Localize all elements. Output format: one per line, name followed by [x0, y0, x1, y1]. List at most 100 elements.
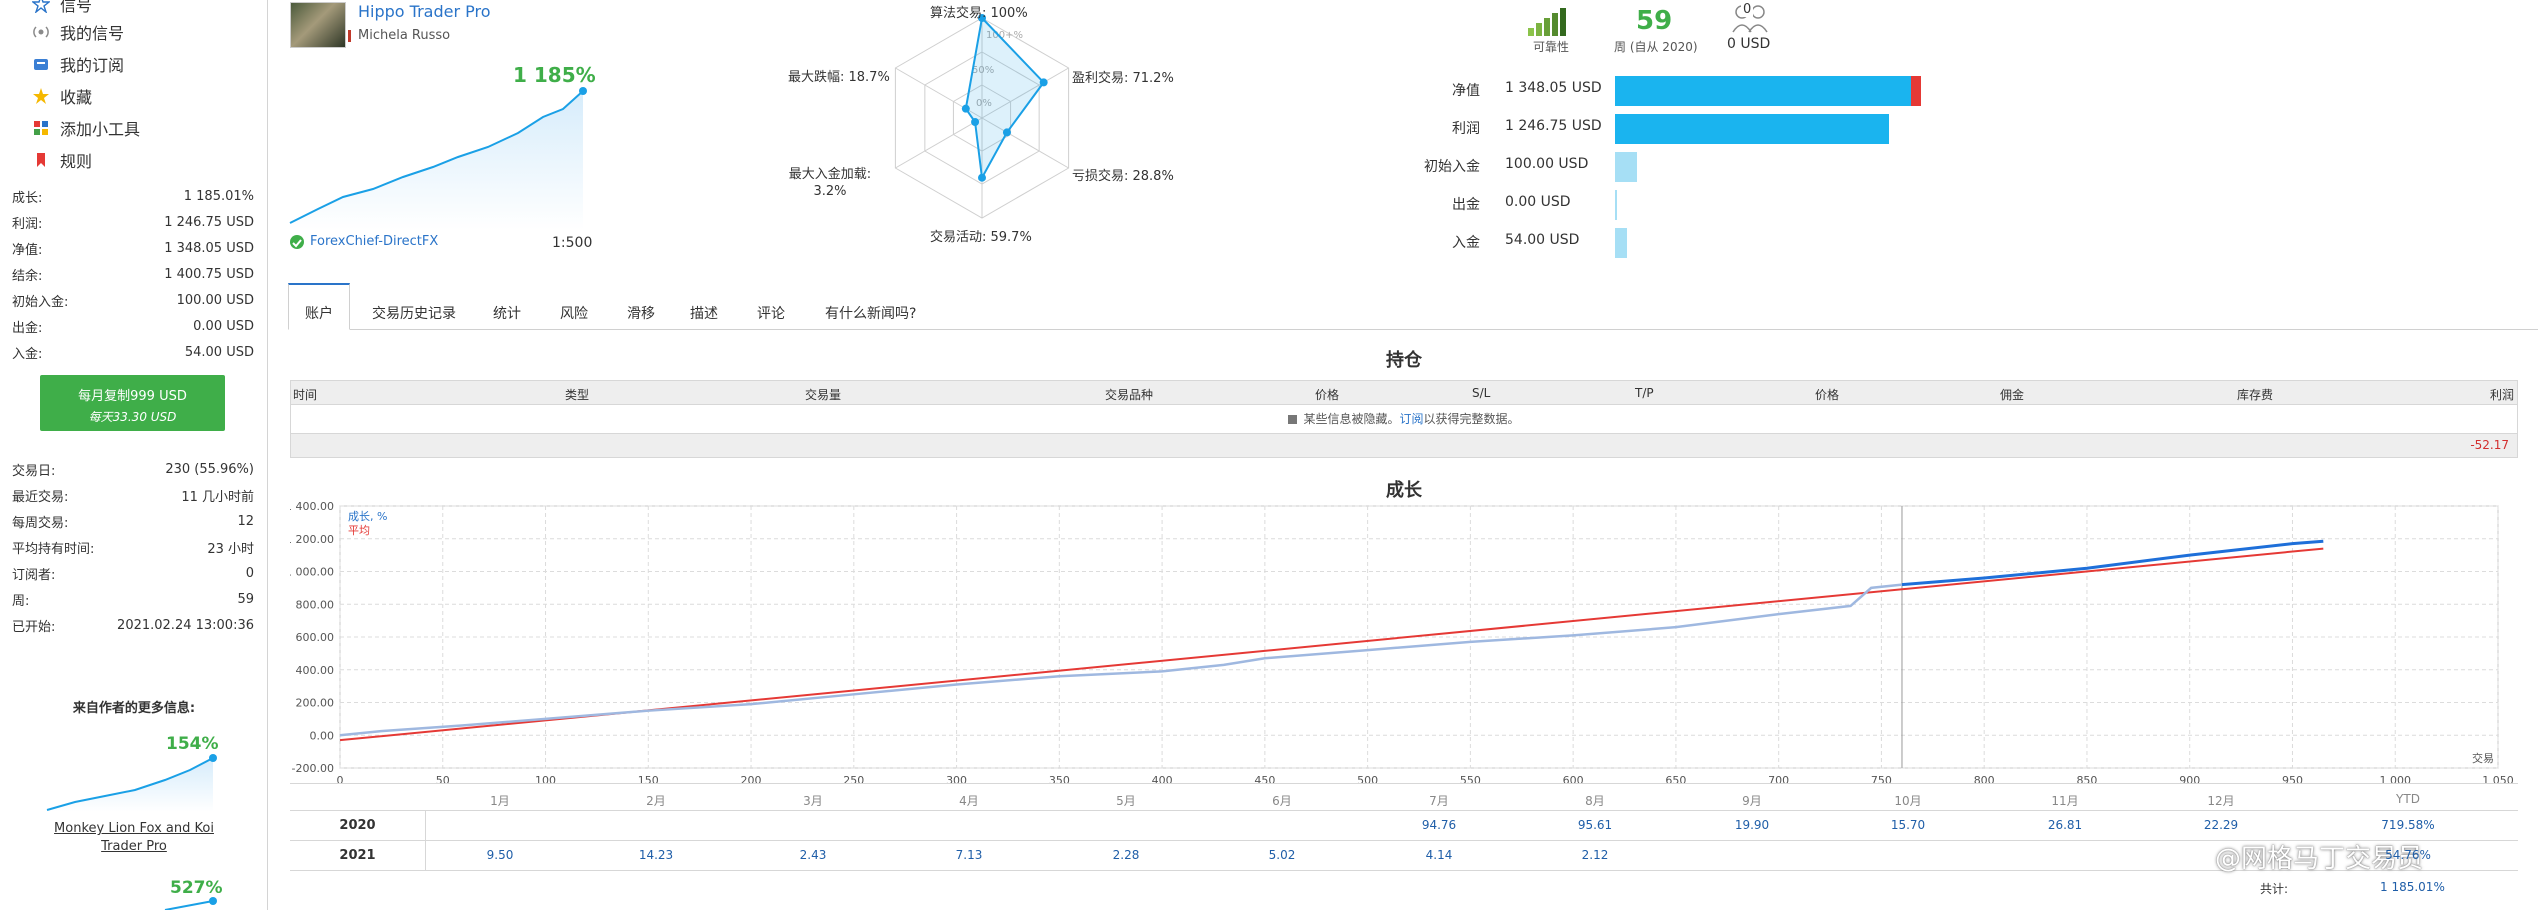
- stat-row: 利润: 1 246.75 USD: [12, 210, 254, 234]
- x-tick-label: 350: [1049, 774, 1070, 787]
- subscribers-count: 0: [1741, 2, 1754, 17]
- stat-row: 入金: 54.00 USD: [12, 340, 254, 364]
- favorite-star-icon: [32, 87, 50, 105]
- summary-bar-loss: [1911, 76, 1921, 106]
- monthly-row-border: [290, 840, 2518, 841]
- tab-7[interactable]: 有什么新闻吗?: [825, 296, 916, 330]
- month-value: 94.76: [1421, 818, 1457, 832]
- positions-col-header: T/P: [1635, 386, 1654, 400]
- sidebar-item-favorites[interactable]: 收藏: [32, 84, 92, 108]
- radar-area: [964, 15, 1045, 181]
- stat-row: 净值: 1 348.05 USD: [12, 236, 254, 260]
- monthly-col-divider: [425, 810, 426, 870]
- month-header: 5月: [1116, 794, 1136, 808]
- x-tick-label: 500: [1357, 774, 1378, 787]
- sidebar-item-add-widget[interactable]: 添加小工具: [32, 116, 140, 140]
- stat-row: 结余: 1 400.75 USD: [12, 262, 254, 286]
- stat-value: 0.00 USD: [193, 318, 254, 334]
- month-value: 4.14: [1425, 848, 1453, 862]
- month-header: 11月: [2051, 794, 2079, 808]
- stat-label: 每周交易:: [12, 515, 69, 531]
- stat-value: 59: [237, 591, 254, 607]
- stat-row: 平均持有时间: 23 小时: [12, 535, 254, 559]
- month-value: 9.50: [486, 848, 514, 862]
- sidebar: 信号 我的信号 我的订阅 收藏 添加小工具 规则 每月复制999 USD 每天3…: [0, 0, 268, 910]
- year-label: 2021: [339, 848, 376, 863]
- month-header: 9月: [1742, 794, 1762, 808]
- positions-col-header: 价格: [1315, 388, 1340, 402]
- stat-value: 1 400.75 USD: [164, 266, 254, 282]
- tab-5[interactable]: 描述: [690, 296, 718, 330]
- radar-point: [971, 118, 980, 126]
- month-value: 95.61: [1577, 818, 1613, 832]
- tab-1[interactable]: 交易历史记录: [372, 296, 456, 330]
- sidebar-item-label: 我的信号: [60, 24, 125, 43]
- subscribe-button[interactable]: 每月复制999 USD 每天33.30 USD: [40, 375, 225, 431]
- stat-value: 230 (55.96%): [165, 461, 254, 477]
- month-header: 4月: [959, 794, 979, 808]
- summary-bar: [1615, 152, 1637, 182]
- x-tick-label: 750: [1871, 774, 1892, 787]
- subscribers-value: 0 USD: [1727, 36, 1771, 52]
- verified-check-icon: [290, 235, 304, 249]
- month-header: 8月: [1585, 794, 1605, 808]
- positions-header-row: [290, 380, 2518, 405]
- stat-value: 100.00 USD: [176, 292, 254, 308]
- subscribe-link[interactable]: 订阅: [1399, 412, 1423, 426]
- radar-label-activity: 交易活动: 59.7%: [930, 230, 1032, 245]
- reliability-label: 可靠性: [1533, 40, 1570, 54]
- positions-total-profit: -52.17: [2470, 438, 2509, 452]
- signal-name[interactable]: Hippo Trader Pro: [358, 2, 491, 21]
- summary-value: 1 246.75 USD: [1505, 118, 1602, 134]
- positions-title: 持仓: [1386, 350, 1422, 371]
- radar-label-drawdown: 最大跌幅: 18.7%: [788, 70, 890, 85]
- summary-value: 1 348.05 USD: [1505, 80, 1602, 96]
- month-header: 6月: [1272, 794, 1292, 808]
- month-header: 10月: [1894, 794, 1922, 808]
- radar-label-algo: 算法交易: 100%: [930, 6, 1028, 21]
- summary-bar: [1615, 76, 1911, 106]
- legend-average: 平均: [348, 524, 370, 537]
- stat-row: 交易日: 230 (55.96%): [12, 457, 254, 481]
- positions-col-header: 时间: [293, 388, 318, 402]
- month-value: 15.70: [1890, 818, 1926, 832]
- stat-label: 净值:: [12, 242, 43, 258]
- y-tick-label: 800.00: [296, 598, 335, 611]
- sidebar-item-rules[interactable]: 规则: [32, 148, 92, 172]
- bookmark-icon: [32, 151, 50, 169]
- sidebar-item-my-signals[interactable]: 我的信号: [32, 20, 124, 44]
- tab-2[interactable]: 统计: [493, 296, 521, 330]
- y-tick-label: 0.00: [310, 729, 335, 742]
- author-flag-icon: [348, 30, 351, 42]
- tab-6[interactable]: 评论: [757, 296, 785, 330]
- x-tick-label: 900: [2179, 774, 2200, 787]
- sidebar-item-signals[interactable]: 信号: [31, 0, 92, 16]
- radar-point: [1039, 78, 1048, 87]
- stat-value: 0: [245, 565, 254, 581]
- positions-col-header: 利润: [2490, 388, 2515, 402]
- subscribe-price: 每月复制999 USD: [78, 389, 187, 404]
- summary-label: 净值: [1452, 83, 1480, 99]
- stat-label: 已开始:: [12, 619, 56, 635]
- x-tick-label: 450: [1254, 774, 1275, 787]
- x-axis-label: 交易: [2472, 751, 2494, 765]
- positions-col-header: 佣金: [2000, 388, 2025, 402]
- positions-col-header: S/L: [1472, 386, 1491, 400]
- author-signal-link[interactable]: Monkey Lion Fox and Koi Trader Pro: [45, 820, 223, 856]
- month-value: 7.13: [955, 848, 983, 862]
- stat-row: 出金: 0.00 USD: [12, 314, 254, 338]
- tab-4[interactable]: 滑移: [627, 296, 655, 330]
- radar-point: [961, 104, 970, 113]
- stat-label: 平均持有时间:: [12, 541, 95, 557]
- stat-value: 1 246.75 USD: [164, 214, 254, 230]
- total-label: 共计:: [2260, 882, 2289, 896]
- summary-value: 54.00 USD: [1505, 232, 1580, 248]
- radar-label-loss-trades: 亏损交易: 28.8%: [1072, 169, 1174, 184]
- stat-row: 已开始: 2021.02.24 13:00:36: [12, 613, 254, 637]
- x-tick-label: 700: [1768, 774, 1789, 787]
- x-tick-label: 200: [741, 774, 762, 787]
- tab-3[interactable]: 风险: [560, 296, 588, 330]
- sidebar-item-my-subscriptions[interactable]: 我的订阅: [32, 52, 124, 76]
- broker-link[interactable]: ForexChief-DirectFX: [310, 234, 438, 249]
- tab-0[interactable]: 账户: [305, 296, 333, 330]
